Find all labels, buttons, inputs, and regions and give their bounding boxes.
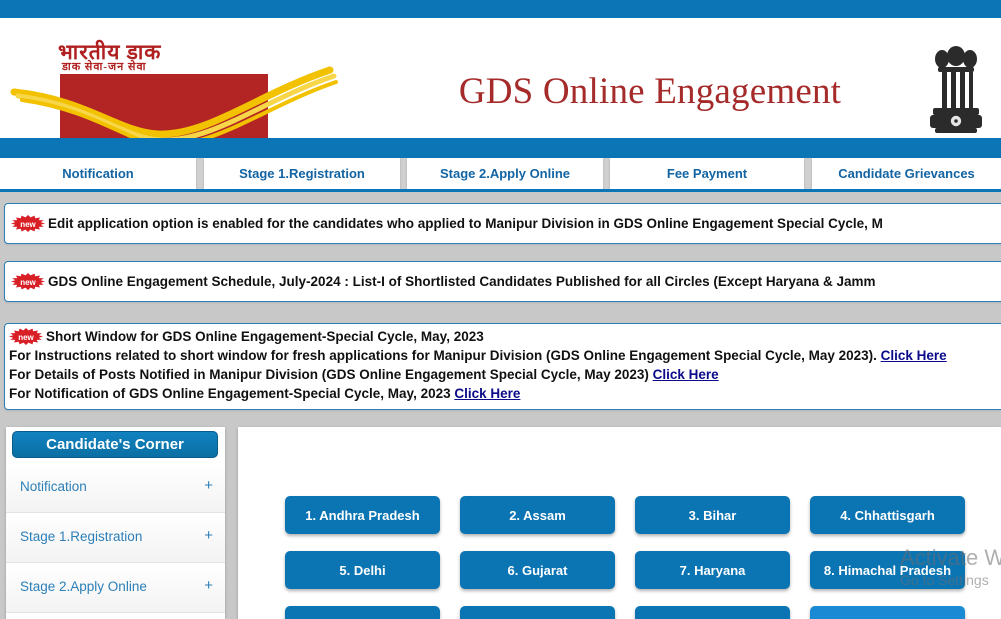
state-button-label: 4. Chhattisgarh <box>840 507 935 523</box>
national-emblem-icon <box>930 46 982 133</box>
candidates-corner-sidebar: Candidate's Corner Notification + Stage 1.… <box>6 427 225 619</box>
state-button-5-delhi[interactable]: 5. Delhi <box>285 551 440 589</box>
expand-plus-icon[interactable]: + <box>204 477 213 494</box>
announcement-text: For Instructions related to short window… <box>9 348 881 363</box>
announcement-text: GDS Online Engagement Schedule, July-202… <box>48 274 876 289</box>
nav-tab-label: Fee Payment <box>666 166 748 181</box>
state-button-label: 5. Delhi <box>339 562 386 578</box>
nav-tab-stage-1-registration[interactable]: Stage 1.Registration <box>204 158 400 189</box>
state-button-3-bihar[interactable]: 3. Bihar <box>635 496 790 534</box>
click-here-link[interactable]: Click Here <box>653 367 719 382</box>
sidebar-item-label: Notification <box>20 479 87 494</box>
new-badge-icon: new <box>11 215 45 232</box>
sidebar-item-label: Stage 2.Apply Online <box>20 579 147 594</box>
announcement-line: new GDS Online Engagement Schedule, July-… <box>11 272 1001 291</box>
new-badge-icon: new <box>9 328 43 345</box>
svg-text:new: new <box>18 333 34 342</box>
sidebar-title: Candidate's Corner <box>12 431 218 458</box>
logo-swoosh-icon <box>10 66 338 144</box>
sidebar-item-label: Stage 1.Registration <box>20 529 143 544</box>
announcement-box: new Edit application option is enabled fo… <box>4 203 1001 244</box>
nav-tab-label: Notification <box>62 166 134 181</box>
nav-tab-label: Stage 2.Apply Online <box>439 166 571 181</box>
state-button-label: 2. Assam <box>509 507 566 523</box>
state-button-2-assam[interactable]: 2. Assam <box>460 496 615 534</box>
page-root: भारतीय डाक डाक सेवा-जन सेवा India Post D… <box>0 0 1001 619</box>
state-button-7-haryana[interactable]: 7. Haryana <box>635 551 790 589</box>
expand-plus-icon[interactable]: + <box>204 527 213 544</box>
state-list-panel: 1. Andhra Pradesh 2. Assam 3. Bihar 4. Chha… <box>238 427 1001 619</box>
new-badge-icon: new <box>11 273 45 290</box>
state-button-label: 6. Gujarat <box>507 562 568 578</box>
announcement-line: For Instructions related to short window… <box>9 346 1001 365</box>
nav-underline <box>0 189 1001 192</box>
state-button-row-9[interactable] <box>460 606 615 619</box>
announcement-text: For Details of Posts Notified in Manipur… <box>9 367 653 382</box>
announcement-text: Short Window for GDS Online Engagement-S… <box>46 329 484 344</box>
expand-plus-icon[interactable]: + <box>204 577 213 594</box>
nav-tab-stage-2-apply-online[interactable]: Stage 2.Apply Online <box>407 158 603 189</box>
top-blue-bar <box>0 0 1001 18</box>
nav-tab-candidate-grievances[interactable]: Candidate Grievances <box>812 158 1001 189</box>
india-post-logo: भारतीय डाक डाक सेवा-जन सेवा India Post D… <box>8 38 338 153</box>
announcement-line: new Edit application option is enabled fo… <box>11 214 1001 233</box>
announcement-content: new GDS Online Engagement Schedule, July-… <box>5 262 1001 291</box>
announcement-box: new GDS Online Engagement Schedule, July-… <box>4 261 1001 302</box>
sidebar-item-stage-2-apply-online[interactable]: Stage 2.Apply Online + <box>6 563 225 613</box>
state-button-row-11[interactable] <box>810 606 965 619</box>
state-button-6-gujarat[interactable]: 6. Gujarat <box>460 551 615 589</box>
state-button-1-andhra-pradesh[interactable]: 1. Andhra Pradesh <box>285 496 440 534</box>
click-here-link[interactable]: Click Here <box>881 348 947 363</box>
nav-tab-fee-payment[interactable]: Fee Payment <box>610 158 804 189</box>
state-button-4-chhattisgarh[interactable]: 4. Chhattisgarh <box>810 496 965 534</box>
announcement-content: new Edit application option is enabled fo… <box>5 204 1001 233</box>
announcement-content: new Short Window for GDS Online Engagemen… <box>5 324 1001 403</box>
nav-tab-notification[interactable]: Notification <box>0 158 196 189</box>
sidebar-item-notification[interactable]: Notification + <box>6 463 225 513</box>
state-button-label: 7. Haryana <box>679 562 746 578</box>
announcement-text: For Notification of GDS Online Engagemen… <box>9 386 455 401</box>
announcement-line: For Details of Posts Notified in Manipur… <box>9 365 1001 384</box>
state-button-row-8[interactable] <box>285 606 440 619</box>
nav-tab-label: Stage 1.Registration <box>239 166 365 181</box>
site-header: भारतीय डाक डाक सेवा-जन सेवा India Post D… <box>0 18 1001 153</box>
announcement-box: new Short Window for GDS Online Engagemen… <box>4 323 1001 410</box>
svg-text:new: new <box>20 220 36 229</box>
announcement-line: For Notification of GDS Online Engagemen… <box>9 384 1001 403</box>
page-title: GDS Online Engagement <box>458 71 842 112</box>
sidebar-item-stage-1-registration[interactable]: Stage 1.Registration + <box>6 513 225 563</box>
nav-tab-label: Candidate Grievances <box>838 166 975 181</box>
svg-text:new: new <box>20 278 36 287</box>
announcement-line: new Short Window for GDS Online Engagemen… <box>9 327 1001 346</box>
click-here-link[interactable]: Click Here <box>454 386 520 401</box>
state-button-8-himachal-pradesh[interactable]: 8. Himachal Pradesh <box>810 551 965 589</box>
header-bottom-bar <box>0 138 1001 158</box>
announcement-text: Edit application option is enabled for t… <box>48 216 883 231</box>
state-button-label: 1. Andhra Pradesh <box>305 507 420 523</box>
state-button-row-10[interactable] <box>635 606 790 619</box>
state-button-label: 3. Bihar <box>688 507 737 523</box>
state-button-label: 8. Himachal Pradesh <box>823 562 952 578</box>
